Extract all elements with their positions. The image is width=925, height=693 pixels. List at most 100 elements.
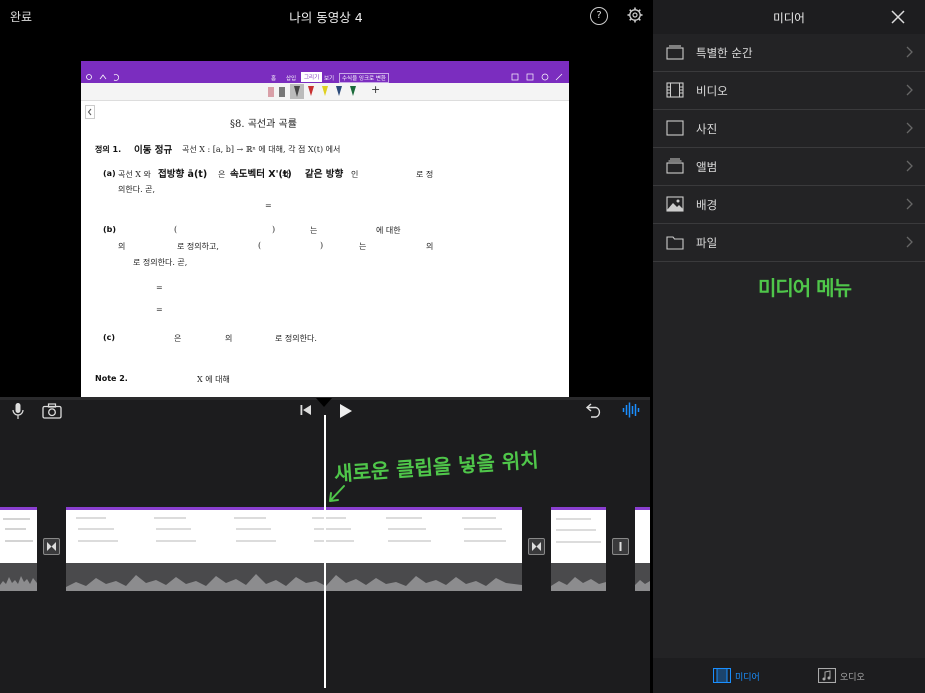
media-panel-bottom-bar bbox=[653, 658, 925, 693]
item-a-handwriting: 접방향 ā(t) bbox=[158, 169, 208, 180]
skip-to-start-icon[interactable] bbox=[299, 404, 313, 416]
item-b-text: 의 bbox=[426, 242, 434, 251]
tab-audio-label: 오디오 bbox=[840, 673, 865, 683]
equation-sign: = bbox=[156, 305, 163, 314]
playhead[interactable] bbox=[324, 415, 326, 688]
tab-audio[interactable]: 오디오 bbox=[818, 666, 878, 686]
equation-sign: = bbox=[156, 283, 163, 292]
item-b-text: 는 bbox=[310, 226, 318, 235]
item-a-text: 은 bbox=[218, 170, 226, 179]
document-toolbar-icons bbox=[86, 74, 119, 81]
media-item-label: 특별한 순간 bbox=[696, 46, 753, 60]
media-item-video[interactable]: 비디오 bbox=[653, 72, 925, 110]
chevron-right-icon bbox=[906, 236, 913, 248]
def-label: 정의 1. bbox=[95, 145, 122, 154]
note-text: X 에 대해 bbox=[197, 375, 230, 384]
doc-tab-insert: 삽입 bbox=[286, 76, 297, 82]
media-item-label: 앨범 bbox=[696, 160, 718, 174]
timeline-clip[interactable] bbox=[66, 507, 522, 591]
item-b-text: 로 정의한다. 곧, bbox=[133, 258, 188, 267]
playhead-marker bbox=[316, 398, 332, 407]
media-item-label: 파일 bbox=[696, 236, 718, 250]
timeline-clip[interactable] bbox=[551, 507, 606, 591]
settings-gear-icon[interactable] bbox=[627, 7, 643, 23]
media-panel-title: 미디어 bbox=[773, 11, 805, 25]
media-item-label: 사진 bbox=[696, 122, 718, 136]
chevron-right-icon bbox=[906, 46, 913, 58]
item-b-text: 에 대한 bbox=[376, 226, 401, 235]
item-a-text: 의한다. 곧, bbox=[118, 185, 156, 194]
item-a-text: 인 bbox=[351, 170, 359, 179]
def-handwritten-title: 이동 정규 bbox=[134, 145, 173, 156]
media-item-label: 배경 bbox=[696, 198, 718, 212]
page-back-chevron-icon bbox=[85, 105, 95, 119]
project-title: 나의 동영상 4 bbox=[289, 10, 363, 25]
item-a-handwriting: 같은 방향 bbox=[305, 169, 344, 180]
chevron-right-icon bbox=[906, 84, 913, 96]
note-label: Note 2. bbox=[95, 374, 128, 383]
document-preview: 홈 삽입 그리기 보기 수식을 잉크로 변환 + §8. 곡선과 곡률 정의 1… bbox=[81, 61, 569, 426]
item-b-text: ) bbox=[272, 225, 276, 234]
microphone-icon[interactable] bbox=[11, 402, 25, 420]
document-ribbon: + bbox=[81, 83, 569, 101]
item-a-label: (a) bbox=[103, 169, 116, 178]
document-toolbar-right-icons bbox=[511, 73, 563, 81]
document-app-toolbar: 홈 삽입 그리기 보기 수식을 잉크로 변환 bbox=[81, 61, 569, 83]
close-icon[interactable] bbox=[890, 9, 906, 25]
media-item-moments[interactable]: 특별한 순간 bbox=[653, 34, 925, 72]
moments-icon bbox=[666, 45, 684, 60]
audio-waveform-icon[interactable] bbox=[622, 402, 640, 418]
music-note-icon bbox=[818, 668, 836, 683]
equation-sign: = bbox=[265, 201, 272, 210]
chevron-right-icon bbox=[906, 160, 913, 172]
media-item-photos[interactable]: 사진 bbox=[653, 110, 925, 148]
item-b-text: ( bbox=[258, 241, 262, 250]
doc-tab-home: 홈 bbox=[271, 76, 277, 82]
album-icon bbox=[666, 158, 684, 174]
tab-media-label: 미디어 bbox=[735, 673, 760, 683]
item-b-text: ( bbox=[174, 225, 178, 234]
folder-icon bbox=[666, 236, 684, 250]
film-icon bbox=[713, 668, 731, 683]
media-item-backgrounds[interactable]: 배경 bbox=[653, 186, 925, 224]
transition-button[interactable] bbox=[43, 538, 60, 555]
add-pen-icon: + bbox=[371, 83, 381, 96]
transition-button[interactable] bbox=[528, 538, 545, 555]
doc-tab-ink-to-math: 수식을 잉크로 변환 bbox=[339, 73, 389, 83]
media-panel: 미디어 특별한 순간 비디오 사진 앨범 배경 파일 미디어 메뉴 미디어 오디… bbox=[653, 0, 925, 693]
chevron-right-icon bbox=[906, 122, 913, 134]
doc-section-title: §8. 곡선과 곡률 bbox=[230, 119, 297, 130]
item-b-text: 의 bbox=[118, 242, 126, 251]
item-b-label: (b) bbox=[103, 225, 117, 234]
media-item-albums[interactable]: 앨범 bbox=[653, 148, 925, 186]
item-c-text: 로 정의한다. bbox=[275, 334, 317, 343]
undo-icon[interactable] bbox=[585, 402, 603, 418]
item-c-label: (c) bbox=[103, 333, 116, 342]
item-a-text: 곡선 X 와 bbox=[118, 170, 151, 179]
chevron-right-icon bbox=[906, 198, 913, 210]
doc-tab-draw: 그리기 bbox=[301, 72, 323, 82]
media-menu-annotation: 미디어 메뉴 bbox=[758, 276, 852, 300]
item-b-text: 로 정의하고, bbox=[177, 242, 219, 251]
play-icon[interactable] bbox=[338, 403, 353, 419]
media-item-label: 비디오 bbox=[696, 84, 728, 98]
video-viewer[interactable]: 홈 삽입 그리기 보기 수식을 잉크로 변환 + §8. 곡선과 곡률 정의 1… bbox=[0, 32, 652, 426]
camera-icon[interactable] bbox=[42, 403, 62, 419]
transition-button[interactable] bbox=[612, 538, 629, 555]
item-a-text: 로 정 bbox=[416, 170, 434, 179]
def-text: 곡선 X : [a, b] → ℝⁿ 에 대해, 각 점 X(t) 에서 bbox=[182, 145, 341, 154]
item-c-text: 은 bbox=[174, 334, 182, 343]
pen-palette bbox=[268, 84, 356, 99]
item-a-text: 와 bbox=[282, 170, 290, 179]
media-item-files[interactable]: 파일 bbox=[653, 224, 925, 262]
help-button[interactable]: ? bbox=[590, 7, 608, 25]
doc-tab-view: 보기 bbox=[324, 76, 335, 82]
item-b-text: ) bbox=[320, 241, 324, 250]
landscape-icon bbox=[666, 196, 684, 212]
film-icon bbox=[666, 82, 684, 98]
item-b-text: 는 bbox=[359, 242, 367, 251]
item-c-text: 의 bbox=[225, 334, 233, 343]
timeline-clip[interactable] bbox=[0, 507, 37, 591]
tab-media[interactable]: 미디어 bbox=[713, 666, 773, 686]
timeline-clip[interactable] bbox=[635, 507, 650, 591]
